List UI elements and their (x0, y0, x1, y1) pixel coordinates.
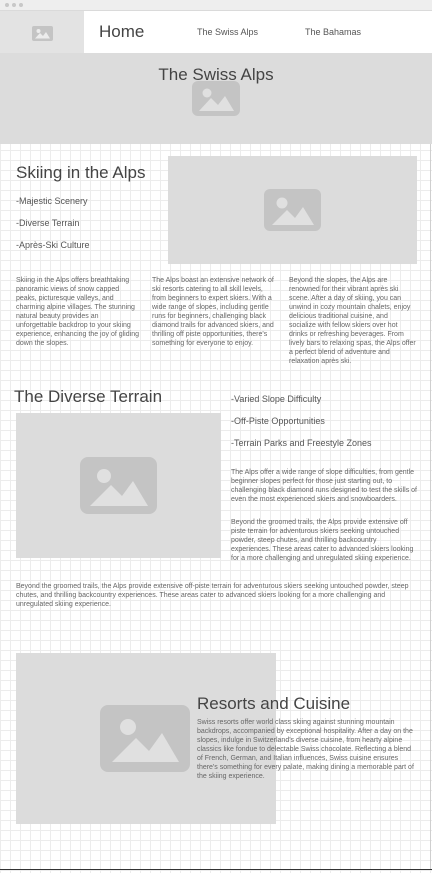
section-title: The Diverse Terrain (14, 387, 163, 406)
feature-bullet: -Varied Slope Difficulty (231, 394, 322, 404)
paragraph: Beyond the groomed trails, the Alps prov… (16, 583, 409, 608)
text-column: Beyond the slopes, the Alps are renowned… (289, 277, 416, 365)
section-title: Skiing in the Alps (16, 163, 146, 182)
window-dot-icon (12, 3, 16, 7)
page-right-border (430, 144, 431, 869)
section-title: Resorts and Cuisine (197, 694, 351, 713)
image-placeholder-icon (80, 457, 157, 514)
terrain-image (16, 413, 221, 558)
image-placeholder-icon (100, 705, 190, 772)
skiing-image (168, 156, 417, 264)
feature-bullet: -Majestic Scenery (16, 196, 88, 206)
image-placeholder-icon (32, 26, 53, 41)
feature-bullet: -Diverse Terrain (16, 218, 80, 228)
text-column: The Alps boast an extensive network of s… (152, 277, 274, 347)
nav-bar: Home The Swiss Alps The Bahamas (84, 11, 432, 53)
feature-bullet: -Après-Ski Culture (16, 240, 90, 250)
paragraph: Beyond the groomed trails, the Alps prov… (231, 519, 414, 562)
feature-bullet: -Off-Piste Opportunities (231, 416, 325, 426)
nav-bahamas-link[interactable]: The Bahamas (305, 27, 361, 37)
image-placeholder-icon (264, 189, 321, 231)
window-top-bar (0, 0, 432, 11)
image-placeholder-icon (192, 81, 240, 116)
window-dot-icon (5, 3, 9, 7)
nav-swiss-alps-link[interactable]: The Swiss Alps (197, 27, 258, 37)
text-column: Skiing in the Alps offers breathtaking p… (16, 277, 139, 347)
logo[interactable] (0, 11, 84, 53)
window-dot-icon (19, 3, 23, 7)
paragraph: Swiss resorts offer world class skiing a… (197, 719, 414, 780)
feature-bullet: -Terrain Parks and Freestyle Zones (231, 438, 372, 448)
page-bottom-border (0, 869, 432, 870)
paragraph: The Alps offer a wide range of slope dif… (231, 469, 417, 503)
nav-home-link[interactable]: Home (99, 22, 144, 42)
